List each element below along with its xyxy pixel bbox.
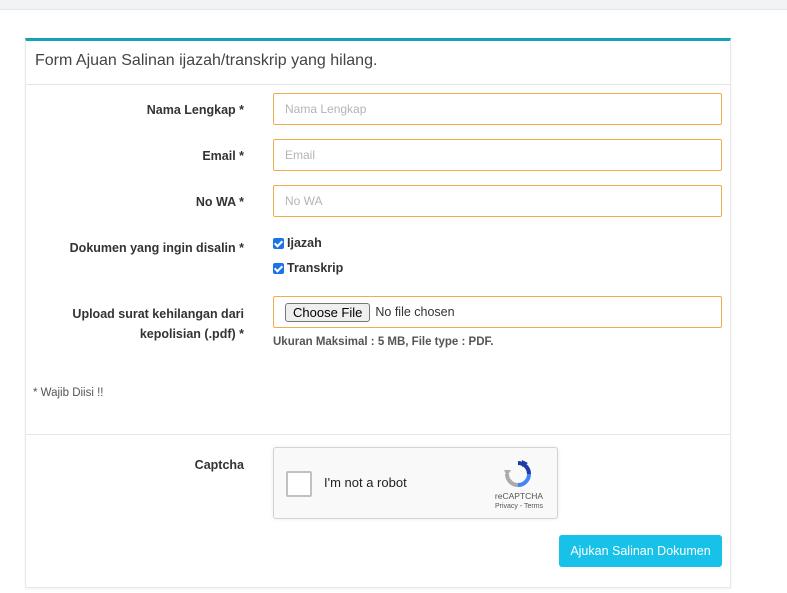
required-note: * Wajib Diisi !!: [33, 387, 104, 399]
file-upload-field[interactable]: Choose File No file chosen: [273, 296, 722, 328]
recaptcha-text: I'm not a robot: [324, 475, 407, 490]
top-bar: [0, 0, 787, 10]
transkrip-checkbox[interactable]: [273, 262, 284, 274]
recaptcha-brand: reCAPTCHA: [494, 491, 544, 501]
recaptcha-logo-icon: [504, 460, 531, 487]
no-wa-label: No WA *: [195, 195, 244, 209]
captcha-label: Captcha: [194, 458, 244, 472]
transkrip-checkbox-row[interactable]: Transkrip: [273, 261, 343, 275]
transkrip-label: Transkrip: [287, 261, 344, 275]
ijazah-checkbox[interactable]: [273, 237, 284, 249]
email-input[interactable]: [273, 139, 722, 171]
recaptcha-checkbox[interactable]: [286, 471, 312, 497]
upload-label-line2: kepolisian (.pdf) *: [139, 327, 244, 341]
choose-file-button[interactable]: Choose File: [285, 302, 371, 322]
ijazah-label: Ijazah: [287, 236, 322, 250]
email-label: Email *: [202, 149, 244, 163]
recaptcha-widget: I'm not a robot reCAPTCHA Privacy - Term…: [273, 447, 558, 519]
submit-button[interactable]: Ajukan Salinan Dokumen: [559, 535, 722, 567]
dokumen-label: Dokumen yang ingin disalin *: [69, 241, 244, 255]
upload-label-line1: Upload surat kehilangan dari: [72, 307, 244, 321]
file-status: No file chosen: [375, 305, 455, 319]
divider: [26, 434, 730, 435]
upload-hint: Ukuran Maksimal : 5 MB, File type : PDF.: [273, 336, 494, 348]
form-title: Form Ajuan Salinan ijazah/transkrip yang…: [26, 41, 730, 85]
nama-lengkap-label: Nama Lengkap *: [146, 103, 244, 117]
nama-lengkap-input[interactable]: [273, 93, 722, 125]
form-card: Form Ajuan Salinan ijazah/transkrip yang…: [25, 38, 731, 588]
no-wa-input[interactable]: [273, 185, 722, 217]
recaptcha-terms-link[interactable]: Privacy - Terms: [484, 503, 554, 510]
ijazah-checkbox-row[interactable]: Ijazah: [273, 236, 322, 250]
